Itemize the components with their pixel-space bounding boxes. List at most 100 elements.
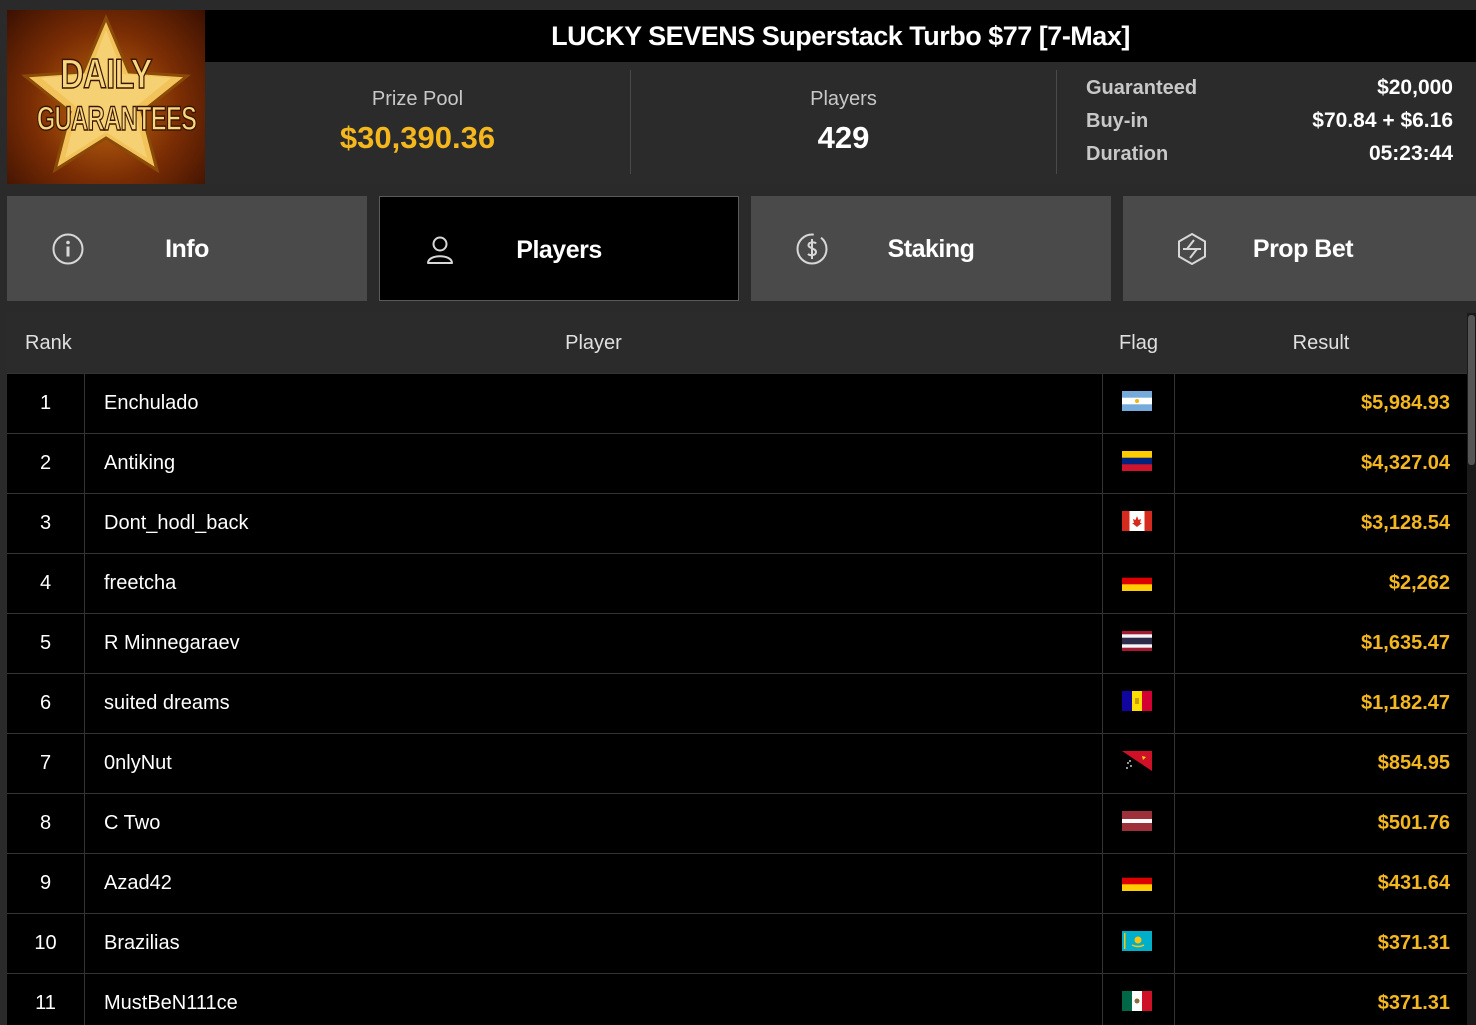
player-name[interactable]: C Two (104, 794, 160, 854)
tab-info-label: Info (165, 235, 209, 263)
result-value: $371.31 (1377, 932, 1450, 954)
player-name[interactable]: freetcha (104, 554, 176, 614)
buy-in-label: Buy-in (1086, 110, 1149, 132)
tournament-title: LUCKY SEVENS Superstack Turbo $77 [7-Max… (551, 20, 1130, 51)
table-row[interactable]: 5 R Minnegaraev $1,635.47 (7, 613, 1467, 674)
flag-cell (1102, 914, 1175, 974)
rank-cell: 3 (7, 494, 85, 554)
flag-latvia-icon (1122, 811, 1152, 831)
player-name[interactable]: Brazilias (104, 914, 180, 974)
flag-cell (1102, 794, 1175, 854)
rank-cell: 1 (7, 374, 85, 434)
tab-staking-label: Staking (887, 235, 975, 263)
detail-row-duration: Duration 05:23:44 (1086, 142, 1453, 175)
flag-cell (1102, 674, 1175, 734)
rank-cell: 5 (7, 614, 85, 674)
table-row[interactable]: 6 suited dreams $1,182.47 (7, 673, 1467, 734)
flag-cell (1102, 854, 1175, 914)
players-value: 429 (817, 120, 870, 155)
tab-players[interactable]: Players (379, 196, 739, 301)
player-name[interactable]: Enchulado (104, 374, 199, 434)
tab-info[interactable]: Info (7, 196, 367, 301)
prize-pool-stat: Prize Pool $30,390.36 (205, 62, 630, 184)
column-header-player[interactable]: Player (85, 332, 1102, 355)
table-scrollbar[interactable] (1467, 313, 1476, 1025)
player-name[interactable]: Azad42 (104, 854, 172, 914)
prize-pool-label: Prize Pool (371, 88, 464, 110)
player-name[interactable]: MustBeN111ce (104, 974, 238, 1025)
stat-divider (1056, 70, 1057, 174)
detail-row-guaranteed: Guaranteed $20,000 (1086, 76, 1453, 109)
flag-canada-icon (1122, 511, 1152, 531)
table-row[interactable]: 2 Antiking $4,327.04 (7, 433, 1467, 494)
rank-cell: 11 (7, 974, 85, 1025)
flag-argentina-icon (1122, 391, 1152, 411)
result-value: $3,128.54 (1361, 512, 1450, 534)
table-row[interactable]: 7 0nlyNut $854.95 (7, 733, 1467, 794)
result-value: $501.76 (1377, 812, 1450, 834)
result-value: $1,182.47 (1361, 692, 1450, 714)
result-value: $2,262 (1388, 572, 1450, 594)
players-table: Rank Player Flag Result 1 Enchulado $5,984… (7, 313, 1467, 1025)
tab-prop-bet-label: Prop Bet (1252, 235, 1354, 263)
result-value: $5,984.93 (1361, 392, 1450, 414)
player-name[interactable]: suited dreams (104, 674, 230, 734)
detail-row-buy-in: Buy-in $70.84 + $6.16 (1086, 109, 1453, 142)
duration-label: Duration (1086, 143, 1169, 165)
guaranteed-value: $20,000 (1377, 76, 1453, 99)
table-row[interactable]: 4 freetcha $2,262 (7, 553, 1467, 614)
table-row[interactable]: 11 MustBeN111ce $371.31 (7, 973, 1467, 1025)
players-label: Players (810, 88, 877, 110)
daily-guarantees-logo: DAILY GUARANTEES (7, 10, 205, 184)
prize-pool-value: $30,390.36 (339, 120, 496, 155)
rank-cell: 7 (7, 734, 85, 794)
column-header-rank[interactable]: Rank (25, 332, 72, 355)
flag-cell (1102, 494, 1175, 554)
result-value: $4,327.04 (1361, 452, 1450, 474)
rank-cell: 9 (7, 854, 85, 914)
tab-prop-bet[interactable]: Prop Bet (1123, 196, 1476, 301)
rank-cell: 10 (7, 914, 85, 974)
flag-germany-icon (1122, 871, 1152, 891)
player-name[interactable]: R Minnegaraev (104, 614, 240, 674)
column-header-result[interactable]: Result (1175, 332, 1467, 355)
duration-value: 05:23:44 (1368, 142, 1453, 165)
flag-cell (1102, 734, 1175, 794)
flag-andorra-icon (1122, 691, 1152, 711)
table-body: 1 Enchulado $5,984.93 2 Antiking $4,327.04 3 Do… (7, 373, 1467, 1025)
tab-staking[interactable]: Staking (751, 196, 1111, 301)
table-header: Rank Player Flag Result (7, 313, 1467, 373)
table-row[interactable]: 3 Dont_hodl_back $3,128.54 (7, 493, 1467, 554)
column-header-flag[interactable]: Flag (1102, 332, 1175, 355)
flag-mexico-icon (1122, 991, 1152, 1011)
flag-venezuela-icon (1122, 451, 1152, 471)
flag-cell (1102, 554, 1175, 614)
table-row[interactable]: 1 Enchulado $5,984.93 (7, 373, 1467, 434)
result-value: $854.95 (1377, 752, 1450, 774)
player-name[interactable]: 0nlyNut (104, 734, 172, 794)
flag-cell (1102, 374, 1175, 434)
rank-cell: 2 (7, 434, 85, 494)
flag-cell (1102, 614, 1175, 674)
tournament-details: Guaranteed $20,000 Buy-in $70.84 + $6.16… (1086, 76, 1453, 175)
scrollbar-thumb[interactable] (1468, 315, 1475, 465)
flag-germany-icon (1122, 571, 1152, 591)
result-value: $371.31 (1377, 992, 1450, 1014)
guaranteed-label: Guaranteed (1086, 77, 1198, 99)
player-name[interactable]: Antiking (104, 434, 175, 494)
table-row[interactable]: 10 Brazilias $371.31 (7, 913, 1467, 974)
title-bar: LUCKY SEVENS Superstack Turbo $77 [7-Max… (205, 10, 1476, 62)
flag-thailand-icon (1122, 631, 1152, 651)
players-stat: Players 429 (631, 62, 1056, 184)
logo-text-daily: DAILY (60, 49, 153, 98)
player-name[interactable]: Dont_hodl_back (104, 494, 249, 554)
table-row[interactable]: 8 C Two $501.76 (7, 793, 1467, 854)
tab-players-label: Players (516, 236, 602, 264)
result-value: $431.64 (1377, 872, 1450, 894)
result-value: $1,635.47 (1361, 632, 1450, 654)
rank-cell: 4 (7, 554, 85, 614)
rank-cell: 6 (7, 674, 85, 734)
table-row[interactable]: 9 Azad42 $431.64 (7, 853, 1467, 914)
flag-cell (1102, 974, 1175, 1025)
tournament-header: DAILY GUARANTEES LUCKY SEVENS Superstack… (7, 10, 1476, 184)
